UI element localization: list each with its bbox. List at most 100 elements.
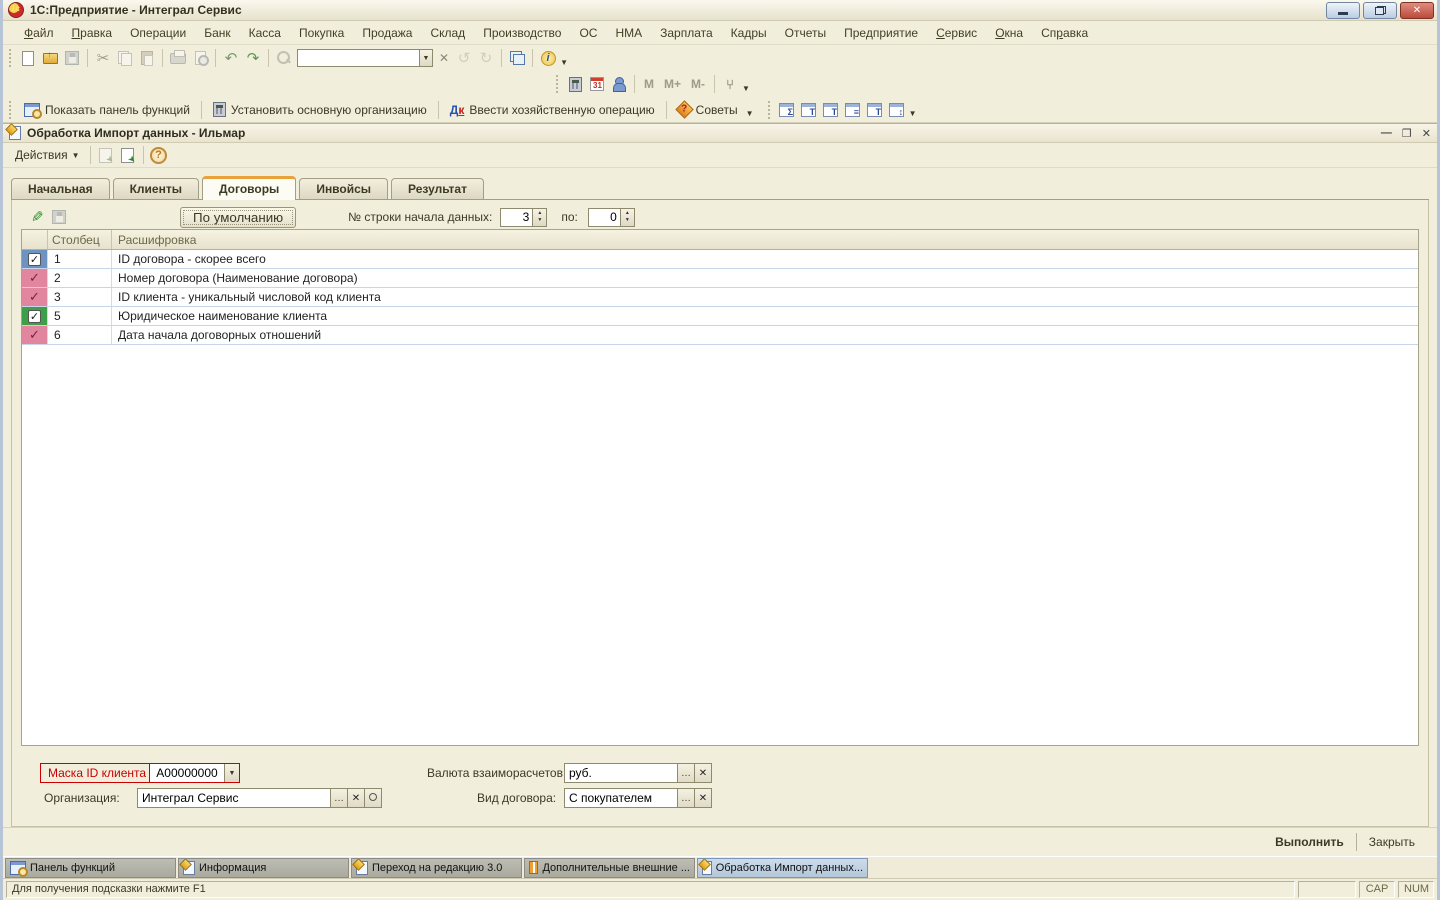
close-button[interactable]: ✕ bbox=[1400, 2, 1434, 19]
edit-pencil-icon[interactable]: ✎ bbox=[26, 206, 48, 228]
currency-clear-icon[interactable]: ✕ bbox=[695, 763, 712, 783]
menu-item[interactable]: Справка bbox=[1032, 23, 1097, 43]
contract-clear-icon[interactable]: ✕ bbox=[695, 788, 712, 808]
find-next-icon[interactable]: ↺ bbox=[453, 47, 475, 69]
doc-minimize-icon[interactable]: — bbox=[1381, 127, 1392, 140]
row-mark-cell[interactable]: ✓ bbox=[22, 250, 48, 268]
find-list-icon[interactable] bbox=[842, 99, 864, 121]
close-window-button[interactable]: Закрыть bbox=[1357, 831, 1427, 853]
menu-item[interactable]: Касса bbox=[240, 23, 290, 43]
memory-plus-button[interactable]: M+ bbox=[659, 77, 686, 91]
open-icon[interactable] bbox=[39, 47, 61, 69]
row-mark-cell[interactable]: ✓ bbox=[22, 307, 48, 325]
row-checkmark-icon[interactable]: ✓ bbox=[29, 270, 40, 286]
spinner-arrows-icon[interactable]: ▲▼ bbox=[621, 208, 635, 227]
contract-choose-icon[interactable]: … bbox=[678, 788, 695, 808]
tips-more-icon[interactable]: ▼ bbox=[746, 109, 754, 118]
row-mark-cell[interactable]: ✓ bbox=[22, 269, 48, 287]
minimize-button[interactable] bbox=[1326, 2, 1360, 19]
tools-icon[interactable]: ⑂ bbox=[719, 73, 741, 95]
totals-table-icon[interactable] bbox=[776, 99, 798, 121]
help-icon[interactable]: ? bbox=[148, 144, 170, 166]
find-text-icon[interactable] bbox=[820, 99, 842, 121]
taskbar-button[interactable]: Переход на редакцию 3.0 bbox=[351, 858, 522, 878]
taskbar-button[interactable]: Дополнительные внешние ... bbox=[524, 858, 695, 878]
copy-icon[interactable] bbox=[114, 47, 136, 69]
run-button[interactable]: Выполнить bbox=[1263, 831, 1356, 853]
currency-input[interactable] bbox=[564, 763, 678, 783]
set-main-organization-button[interactable]: Установить основную организацию bbox=[206, 99, 434, 121]
taskbar-button[interactable]: Информация bbox=[178, 858, 349, 878]
memory-recall-button[interactable]: M bbox=[639, 77, 659, 91]
row-checkbox[interactable]: ✓ bbox=[28, 310, 41, 323]
doc-close-icon[interactable]: ✕ bbox=[1422, 127, 1431, 140]
tab-договоры[interactable]: Договоры bbox=[202, 176, 296, 200]
windows-list-icon[interactable] bbox=[506, 47, 528, 69]
new-document-icon[interactable] bbox=[17, 47, 39, 69]
mask-id-input[interactable] bbox=[150, 764, 224, 782]
toolbar-more-icon[interactable]: ▼ bbox=[742, 84, 750, 93]
menu-item[interactable]: Кадры bbox=[722, 23, 776, 43]
doc-restore-icon[interactable]: ❐ bbox=[1402, 127, 1412, 140]
row-checkmark-icon[interactable]: ✓ bbox=[29, 289, 40, 305]
clear-search-icon[interactable]: ✕ bbox=[435, 51, 453, 65]
menu-item[interactable]: Отчеты bbox=[776, 23, 835, 43]
memory-minus-button[interactable]: M- bbox=[686, 77, 710, 91]
show-function-panel-button[interactable]: Показать панель функций bbox=[17, 99, 197, 121]
default-button[interactable]: По умолчанию bbox=[180, 207, 296, 228]
menu-item[interactable]: Продажа bbox=[353, 23, 421, 43]
tab-инвойсы[interactable]: Инвойсы bbox=[299, 178, 388, 199]
menu-item[interactable]: Сервис bbox=[927, 23, 986, 43]
organization-open-icon[interactable] bbox=[365, 788, 382, 808]
contract-type-input[interactable] bbox=[564, 788, 678, 808]
find-prev-icon[interactable]: ↻ bbox=[475, 47, 497, 69]
tab-клиенты[interactable]: Клиенты bbox=[113, 178, 199, 199]
toolbar-grip[interactable] bbox=[7, 49, 14, 67]
info-icon[interactable]: i bbox=[537, 47, 559, 69]
table-row[interactable]: ✓ 1 ID договора - скорее всего bbox=[22, 250, 1418, 269]
save-settings-icon[interactable] bbox=[117, 144, 139, 166]
document-convert-icon[interactable] bbox=[886, 99, 908, 121]
toolbar-grip[interactable] bbox=[554, 75, 561, 93]
user-settings-icon[interactable] bbox=[608, 73, 630, 95]
save-icon[interactable] bbox=[61, 47, 83, 69]
menu-item[interactable]: Банк bbox=[195, 23, 239, 43]
start-row-input[interactable] bbox=[500, 208, 533, 227]
table-text-icon[interactable] bbox=[798, 99, 820, 121]
document-text-icon[interactable] bbox=[864, 99, 886, 121]
redo-icon[interactable]: ↷ bbox=[242, 47, 264, 69]
menu-item[interactable]: Окна bbox=[986, 23, 1032, 43]
menu-item[interactable]: Покупка bbox=[290, 23, 353, 43]
table-row[interactable]: ✓ 5 Юридическое наименование клиента bbox=[22, 307, 1418, 326]
enter-business-operation-button[interactable]: Дк Ввести хозяйственную операцию bbox=[443, 99, 662, 121]
paste-icon[interactable] bbox=[136, 47, 158, 69]
undo-icon[interactable]: ↶ bbox=[220, 47, 242, 69]
calculator-icon[interactable] bbox=[564, 73, 586, 95]
print-preview-icon[interactable] bbox=[189, 47, 211, 69]
menu-item[interactable]: Предприятие bbox=[835, 23, 927, 43]
toolbar-more-icon[interactable]: ▼ bbox=[560, 58, 568, 67]
taskbar-button[interactable]: Обработка Импорт данных... bbox=[697, 858, 868, 878]
search-input[interactable] bbox=[297, 49, 419, 67]
tips-button[interactable]: ? Советы bbox=[671, 99, 745, 121]
menu-item[interactable]: Зарплата bbox=[651, 23, 722, 43]
currency-choose-icon[interactable]: … bbox=[678, 763, 695, 783]
to-input[interactable] bbox=[588, 208, 621, 227]
taskbar-button[interactable]: Панель функций bbox=[5, 858, 176, 878]
cut-icon[interactable]: ✂ bbox=[92, 47, 114, 69]
menu-item[interactable]: НМА bbox=[606, 23, 651, 43]
menu-item[interactable]: ОС bbox=[570, 23, 606, 43]
row-mark-cell[interactable]: ✓ bbox=[22, 326, 48, 344]
save-disabled-icon[interactable] bbox=[48, 206, 70, 228]
search-dropdown-icon[interactable]: ▼ bbox=[419, 49, 433, 67]
spinner-arrows-icon[interactable]: ▲▼ bbox=[533, 208, 547, 227]
actions-menu-button[interactable]: Действия ▼ bbox=[9, 146, 86, 164]
restore-button[interactable] bbox=[1363, 2, 1397, 19]
tab-начальная[interactable]: Начальная bbox=[11, 178, 110, 199]
menu-item[interactable]: Операции bbox=[121, 23, 195, 43]
table-row[interactable]: ✓ 3 ID клиента - уникальный числовой код… bbox=[22, 288, 1418, 307]
toolbar-more-icon[interactable]: ▼ bbox=[909, 109, 917, 118]
toolbar-grip[interactable] bbox=[766, 101, 773, 119]
search-icon[interactable] bbox=[273, 47, 295, 69]
organization-choose-icon[interactable]: … bbox=[331, 788, 348, 808]
